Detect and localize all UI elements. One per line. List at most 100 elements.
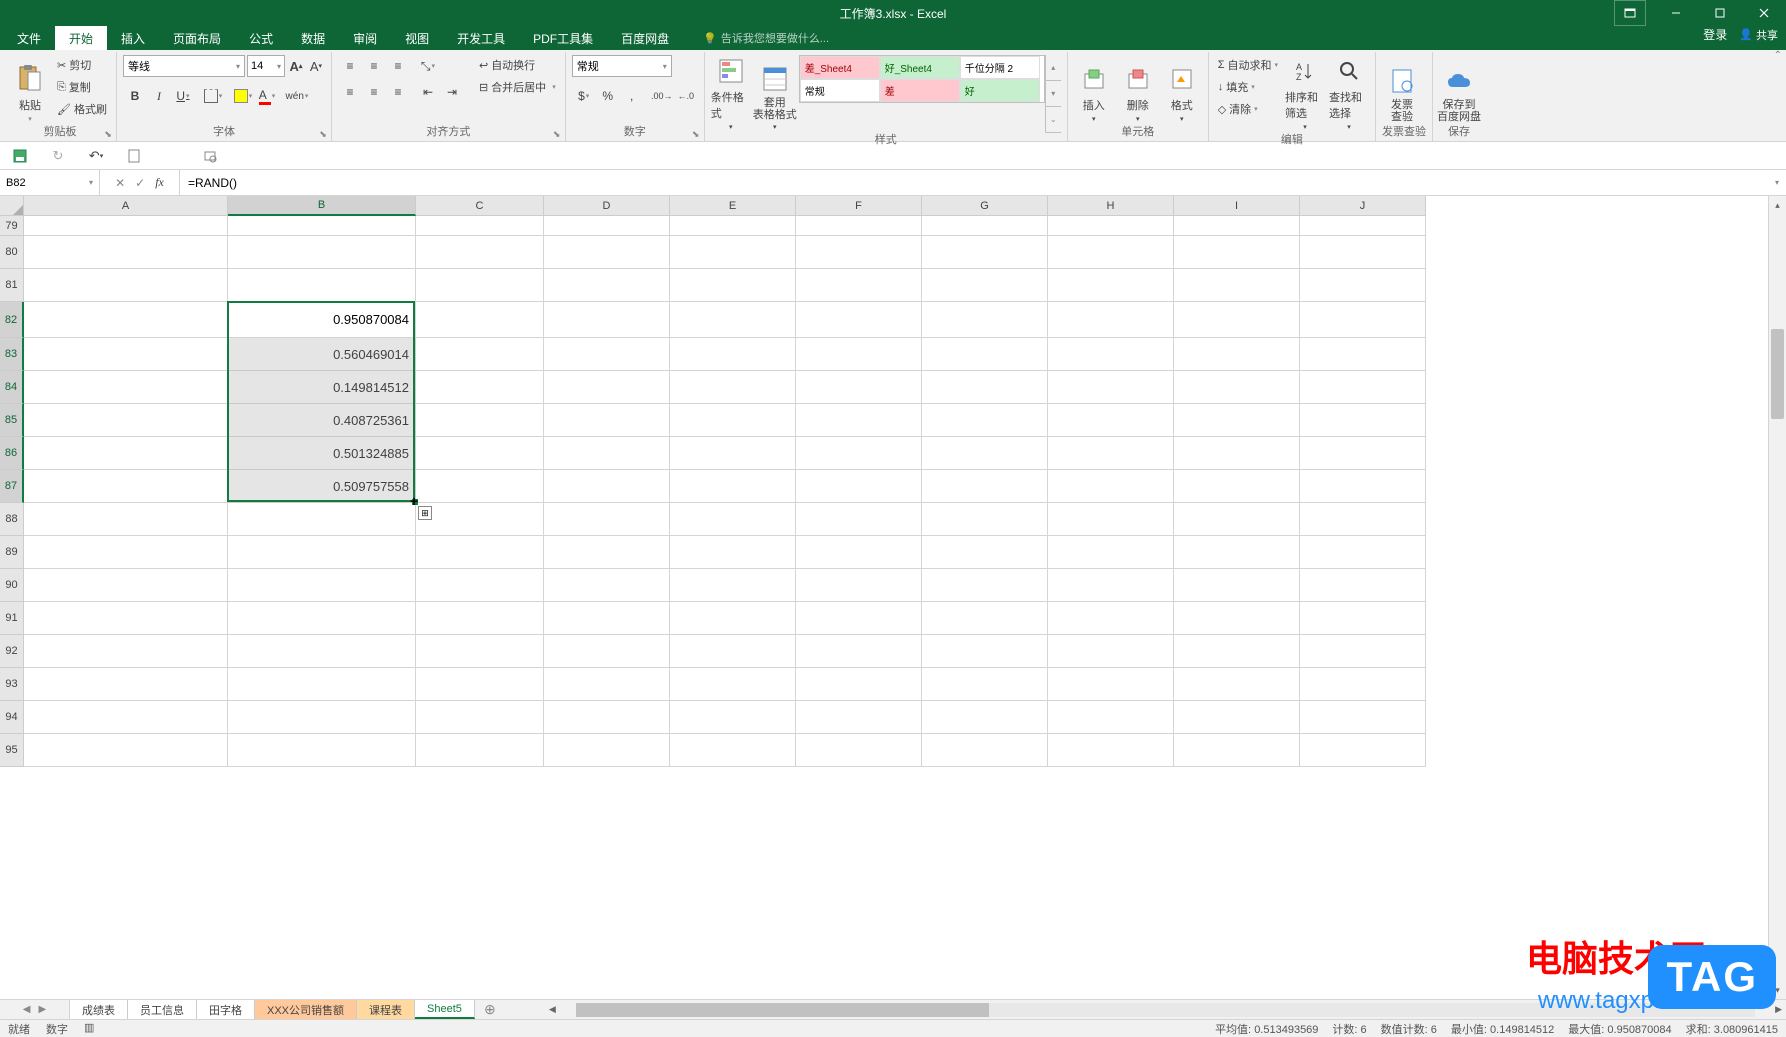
cell-F95[interactable] xyxy=(796,734,922,767)
font-name-combo[interactable]: 等线▾ xyxy=(123,55,245,77)
style-good-sheet[interactable]: 好_Sheet4 xyxy=(880,56,960,79)
comma-button[interactable]: , xyxy=(620,85,644,107)
cell-C90[interactable] xyxy=(416,569,544,602)
row-header-88[interactable]: 88 xyxy=(0,503,24,536)
row-header-85[interactable]: 85 xyxy=(0,404,24,437)
cell-C94[interactable] xyxy=(416,701,544,734)
align-top-button[interactable]: ≡ xyxy=(338,55,362,77)
cell-B95[interactable] xyxy=(228,734,416,767)
close-button[interactable] xyxy=(1742,0,1786,26)
login-link[interactable]: 登录 xyxy=(1703,26,1727,43)
column-header-J[interactable]: J xyxy=(1300,196,1426,216)
tab-insert[interactable]: 插入 xyxy=(107,26,159,50)
cell-G86[interactable] xyxy=(922,437,1048,470)
cell-A79[interactable] xyxy=(24,216,228,236)
cell-J94[interactable] xyxy=(1300,701,1426,734)
cell-H80[interactable] xyxy=(1048,236,1174,269)
cancel-formula-button[interactable]: ✕ xyxy=(115,176,125,190)
cell-G79[interactable] xyxy=(922,216,1048,236)
style-bad[interactable]: 差 xyxy=(880,79,960,102)
cell-D89[interactable] xyxy=(544,536,670,569)
column-header-D[interactable]: D xyxy=(544,196,670,216)
row-header-83[interactable]: 83 xyxy=(0,338,24,371)
cell-J84[interactable] xyxy=(1300,371,1426,404)
bold-button[interactable]: B xyxy=(123,85,147,107)
cell-H82[interactable] xyxy=(1048,302,1174,338)
percent-button[interactable]: % xyxy=(596,85,620,107)
cell-E90[interactable] xyxy=(670,569,796,602)
cell-B93[interactable] xyxy=(228,668,416,701)
column-header-E[interactable]: E xyxy=(670,196,796,216)
cell-C86[interactable] xyxy=(416,437,544,470)
merge-center-button[interactable]: ⊟合并后居中▾ xyxy=(476,77,559,97)
sheet-nav-prev[interactable]: ◀ xyxy=(23,1004,31,1015)
cell-H93[interactable] xyxy=(1048,668,1174,701)
tab-pdf[interactable]: PDF工具集 xyxy=(519,26,607,50)
cell-G87[interactable] xyxy=(922,470,1048,503)
enter-formula-button[interactable]: ✓ xyxy=(135,176,145,190)
cell-F91[interactable] xyxy=(796,602,922,635)
cell-I85[interactable] xyxy=(1174,404,1300,437)
cell-G84[interactable] xyxy=(922,371,1048,404)
cell-B85[interactable]: 0.408725361 xyxy=(228,404,416,437)
cell-B86[interactable]: 0.501324885 xyxy=(228,437,416,470)
cell-H90[interactable] xyxy=(1048,569,1174,602)
cells-area[interactable]: 0.9508700840.5604690140.1498145120.40872… xyxy=(24,216,1768,999)
paste-button[interactable]: 粘贴 ▾ xyxy=(10,55,50,125)
cell-E85[interactable] xyxy=(670,404,796,437)
clipboard-dialog-launcher[interactable]: ⬊ xyxy=(102,128,114,140)
hscroll-right-button[interactable]: ▶ xyxy=(1771,1004,1786,1015)
scroll-up-button[interactable]: ▴ xyxy=(1769,196,1786,214)
cell-F87[interactable] xyxy=(796,470,922,503)
cell-H87[interactable] xyxy=(1048,470,1174,503)
redo-button[interactable]: ↻ xyxy=(48,146,68,166)
column-header-C[interactable]: C xyxy=(416,196,544,216)
decrease-indent-button[interactable]: ⇤ xyxy=(416,81,440,103)
style-bad-sheet[interactable]: 差_Sheet4 xyxy=(800,56,880,79)
cell-C84[interactable] xyxy=(416,371,544,404)
collapse-ribbon-button[interactable]: ⌃ xyxy=(1774,50,1782,61)
cell-F79[interactable] xyxy=(796,216,922,236)
cell-G95[interactable] xyxy=(922,734,1048,767)
hscroll-thumb[interactable] xyxy=(576,1003,989,1017)
number-format-combo[interactable]: 常规▾ xyxy=(572,55,672,77)
vscroll-thumb[interactable] xyxy=(1771,329,1784,419)
row-header-93[interactable]: 93 xyxy=(0,668,24,701)
cell-F82[interactable] xyxy=(796,302,922,338)
cell-H83[interactable] xyxy=(1048,338,1174,371)
cell-I82[interactable] xyxy=(1174,302,1300,338)
cell-G90[interactable] xyxy=(922,569,1048,602)
cell-F93[interactable] xyxy=(796,668,922,701)
cell-G91[interactable] xyxy=(922,602,1048,635)
cell-D92[interactable] xyxy=(544,635,670,668)
column-header-I[interactable]: I xyxy=(1174,196,1300,216)
cell-I88[interactable] xyxy=(1174,503,1300,536)
decrease-font-button[interactable]: A▾ xyxy=(307,55,325,77)
sheet-tab-Sheet5[interactable]: Sheet5 xyxy=(415,1000,475,1019)
cell-I89[interactable] xyxy=(1174,536,1300,569)
cell-D88[interactable] xyxy=(544,503,670,536)
row-header-82[interactable]: 82 xyxy=(0,302,24,338)
cell-E81[interactable] xyxy=(670,269,796,302)
cell-J79[interactable] xyxy=(1300,216,1426,236)
row-header-90[interactable]: 90 xyxy=(0,569,24,602)
cell-C95[interactable] xyxy=(416,734,544,767)
cell-H79[interactable] xyxy=(1048,216,1174,236)
cell-A94[interactable] xyxy=(24,701,228,734)
cell-A85[interactable] xyxy=(24,404,228,437)
column-header-G[interactable]: G xyxy=(922,196,1048,216)
cell-A82[interactable] xyxy=(24,302,228,338)
cell-F94[interactable] xyxy=(796,701,922,734)
new-button[interactable] xyxy=(124,146,144,166)
cell-A83[interactable] xyxy=(24,338,228,371)
cell-I95[interactable] xyxy=(1174,734,1300,767)
font-color-button[interactable]: A xyxy=(255,85,279,107)
vertical-scrollbar[interactable]: ▴ ▾ xyxy=(1768,196,1786,999)
cell-I84[interactable] xyxy=(1174,371,1300,404)
tab-review[interactable]: 审阅 xyxy=(339,26,391,50)
column-header-F[interactable]: F xyxy=(796,196,922,216)
cell-D84[interactable] xyxy=(544,371,670,404)
style-thousand[interactable]: 千位分隔 2 xyxy=(960,56,1040,79)
cell-J82[interactable] xyxy=(1300,302,1426,338)
cell-F89[interactable] xyxy=(796,536,922,569)
